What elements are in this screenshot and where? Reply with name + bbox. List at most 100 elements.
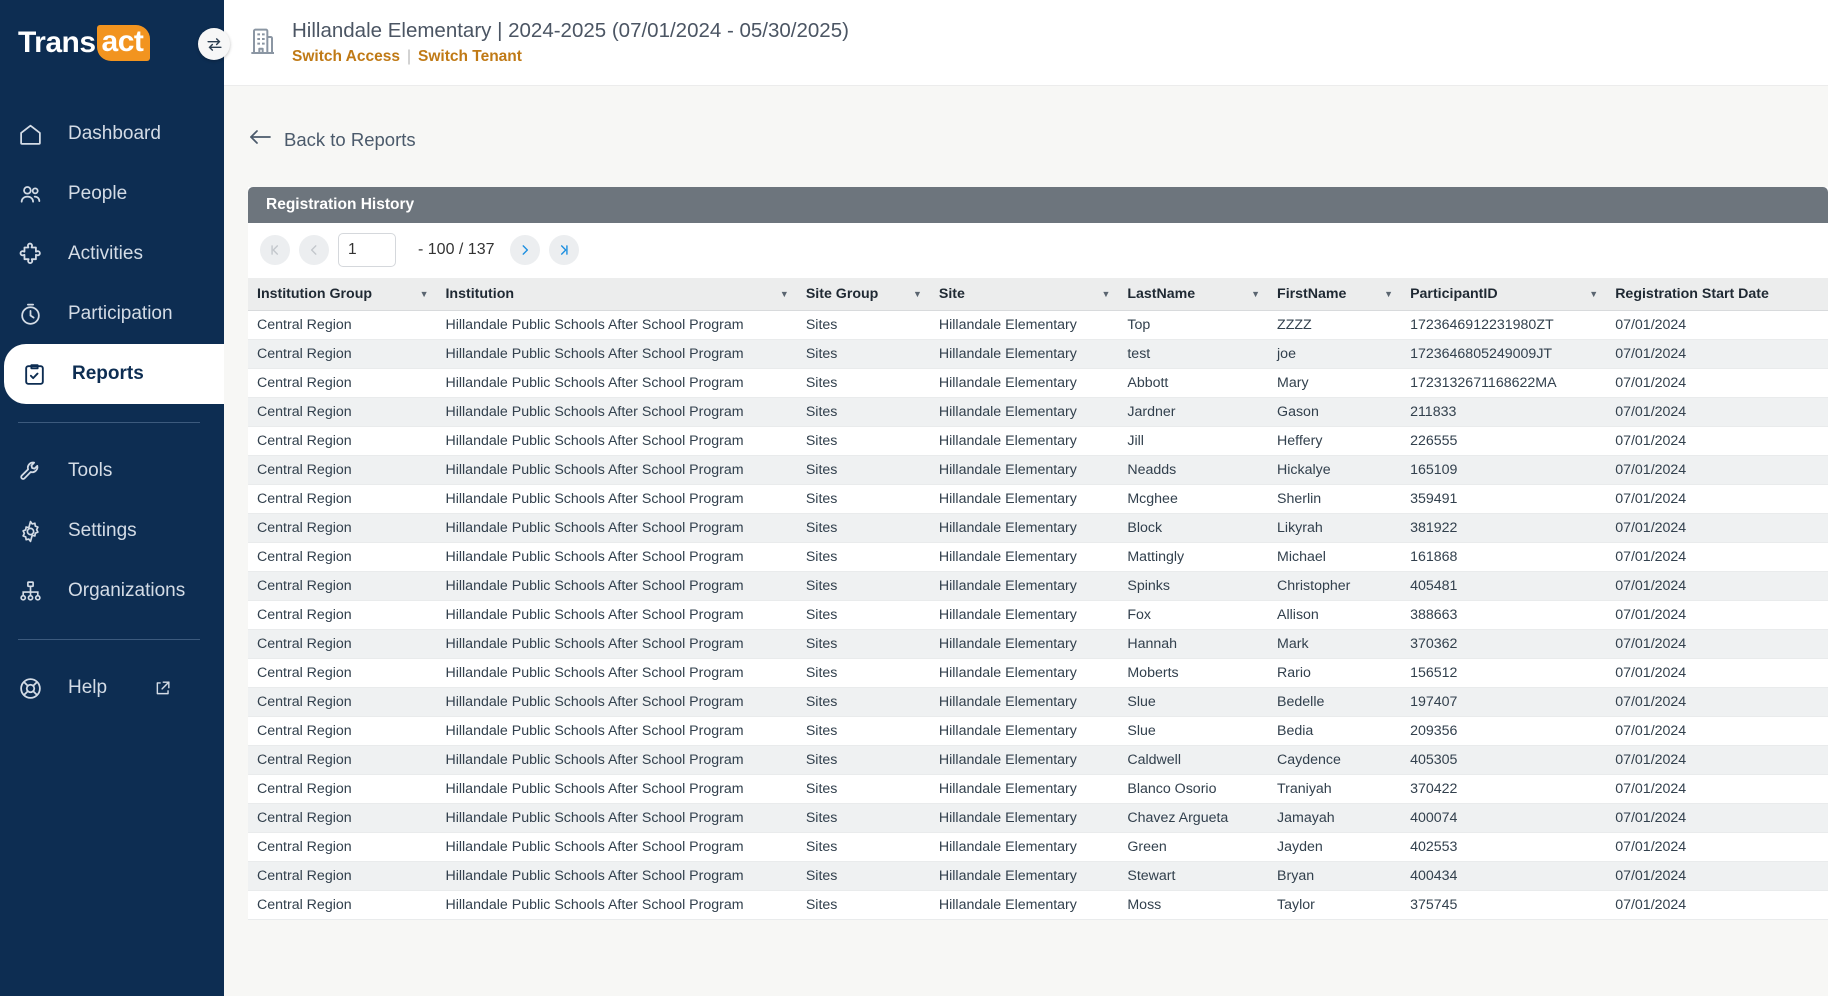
cell-institution: Hillandale Public Schools After School P… xyxy=(436,600,797,630)
table-row[interactable]: Central Region Hillandale Public Schools … xyxy=(248,484,1828,514)
table-row[interactable]: Central Region Hillandale Public Schools … xyxy=(248,890,1828,920)
cell-institution: Hillandale Public Schools After School P… xyxy=(436,310,797,340)
cell-site-group: Sites xyxy=(796,542,930,572)
cell-lastname: Mattingly xyxy=(1118,542,1269,572)
cell-site-group: Sites xyxy=(796,455,930,485)
prev-page-icon[interactable] xyxy=(299,235,329,265)
table-row[interactable]: Central Region Hillandale Public Schools … xyxy=(248,513,1828,543)
sidebar-item-label: Help xyxy=(68,677,108,698)
column-label: FirstName xyxy=(1277,286,1347,302)
cell-site: Hillandale Elementary xyxy=(929,832,1119,862)
cell-institution-group: Central Region xyxy=(248,339,437,369)
cell-site: Hillandale Elementary xyxy=(929,455,1119,485)
cell-lastname: Abbott xyxy=(1118,368,1269,398)
cell-institution-group: Central Region xyxy=(248,861,437,891)
cell-institution-group: Central Region xyxy=(248,484,437,514)
sidebar-item-settings[interactable]: Settings xyxy=(0,501,224,561)
page-number-input[interactable] xyxy=(338,233,396,267)
table-row[interactable]: Central Region Hillandale Public Schools … xyxy=(248,397,1828,427)
sidebar-item-label: Dashboard xyxy=(68,123,161,144)
chevron-down-icon[interactable]: ▼ xyxy=(1589,289,1598,299)
table-header-row: Institution Group ▼ Institution ▼ Site G… xyxy=(248,278,1828,311)
column-label: ParticipantID xyxy=(1410,286,1498,302)
cell-institution: Hillandale Public Schools After School P… xyxy=(436,658,797,688)
cell-firstname: Rario xyxy=(1268,658,1402,688)
sidebar-item-reports[interactable]: Reports xyxy=(4,322,224,426)
cell-institution-group: Central Region xyxy=(248,745,437,775)
external-link-icon[interactable] xyxy=(153,679,172,698)
table-row[interactable]: Central Region Hillandale Public Schools … xyxy=(248,687,1828,717)
column-header-institution[interactable]: Institution ▼ xyxy=(436,278,797,311)
table-row[interactable]: Central Region Hillandale Public Schools … xyxy=(248,600,1828,630)
sidebar-item-activities[interactable]: Activities xyxy=(0,224,224,284)
cell-registration-start-date: 07/01/2024 xyxy=(1606,368,1828,398)
sidebar-item-tools[interactable]: Tools xyxy=(0,441,224,501)
chevron-down-icon[interactable]: ▼ xyxy=(1384,289,1393,299)
chevron-down-icon[interactable]: ▼ xyxy=(1101,289,1110,299)
sidebar-collapse-toggle[interactable] xyxy=(198,28,230,60)
chevron-down-icon[interactable]: ▼ xyxy=(780,289,789,299)
column-header-firstname[interactable]: FirstName ▼ xyxy=(1268,278,1402,311)
column-header-institution-group[interactable]: Institution Group ▼ xyxy=(248,278,437,311)
cell-participantid: 381922 xyxy=(1401,513,1607,543)
table-row[interactable]: Central Region Hillandale Public Schools … xyxy=(248,745,1828,775)
chevron-down-icon[interactable]: ▼ xyxy=(1251,289,1260,299)
sidebar-item-participation[interactable]: Participation xyxy=(0,284,224,344)
chevron-down-icon[interactable]: ▼ xyxy=(913,289,922,299)
back-to-reports-link[interactable]: Back to Reports xyxy=(224,86,1828,151)
chevron-down-icon[interactable]: ▼ xyxy=(420,289,429,299)
switch-tenant-link[interactable]: Switch Tenant xyxy=(418,48,522,66)
sidebar-item-people[interactable]: People xyxy=(0,164,224,224)
table-row[interactable]: Central Region Hillandale Public Schools … xyxy=(248,629,1828,659)
first-page-icon[interactable] xyxy=(260,235,290,265)
cell-participantid: 1723646912231980ZT xyxy=(1401,310,1607,340)
cell-site: Hillandale Elementary xyxy=(929,716,1119,746)
table-row[interactable]: Central Region Hillandale Public Schools … xyxy=(248,426,1828,456)
column-header-participantid[interactable]: ParticipantID ▼ xyxy=(1401,278,1607,311)
cell-firstname: Gason xyxy=(1268,397,1402,427)
cell-participantid: 211833 xyxy=(1401,397,1607,427)
table-row[interactable]: Central Region Hillandale Public Schools … xyxy=(248,310,1828,340)
table-row[interactable]: Central Region Hillandale Public Schools … xyxy=(248,832,1828,862)
brand-logo[interactable]: Trans act xyxy=(0,0,224,86)
table-row[interactable]: Central Region Hillandale Public Schools … xyxy=(248,368,1828,398)
sidebar-item-organizations[interactable]: Organizations xyxy=(0,561,224,621)
cell-site-group: Sites xyxy=(796,339,930,369)
cell-institution: Hillandale Public Schools After School P… xyxy=(436,426,797,456)
table-row[interactable]: Central Region Hillandale Public Schools … xyxy=(248,803,1828,833)
cell-lastname: Mcghee xyxy=(1118,484,1269,514)
main-content: Hillandale Elementary | 2024-2025 (07/01… xyxy=(224,0,1828,996)
column-header-registration-start-date[interactable]: Registration Start Date ▼ xyxy=(1606,278,1828,311)
cell-site-group: Sites xyxy=(796,368,930,398)
cell-site-group: Sites xyxy=(796,861,930,891)
cell-firstname: Bedia xyxy=(1268,716,1402,746)
cell-institution: Hillandale Public Schools After School P… xyxy=(436,861,797,891)
cell-institution: Hillandale Public Schools After School P… xyxy=(436,803,797,833)
cell-site: Hillandale Elementary xyxy=(929,513,1119,543)
switch-access-link[interactable]: Switch Access xyxy=(292,48,400,66)
lifebuoy-icon xyxy=(18,673,54,703)
table-row[interactable]: Central Region Hillandale Public Schools … xyxy=(248,774,1828,804)
table-row[interactable]: Central Region Hillandale Public Schools … xyxy=(248,455,1828,485)
sidebar-item-help[interactable]: Help xyxy=(0,658,224,718)
cell-firstname: Mary xyxy=(1268,368,1402,398)
table-body: Central Region Hillandale Public Schools … xyxy=(248,310,1828,920)
table-row[interactable]: Central Region Hillandale Public Schools … xyxy=(248,658,1828,688)
last-page-icon[interactable] xyxy=(548,235,579,265)
table-row[interactable]: Central Region Hillandale Public Schools … xyxy=(248,861,1828,891)
table-row[interactable]: Central Region Hillandale Public Schools … xyxy=(248,339,1828,369)
table-row[interactable]: Central Region Hillandale Public Schools … xyxy=(248,716,1828,746)
cell-firstname: Jamayah xyxy=(1268,803,1402,833)
logo-text-prefix: Trans xyxy=(18,26,96,59)
column-header-lastname[interactable]: LastName ▼ xyxy=(1118,278,1269,311)
building-icon xyxy=(246,24,278,63)
table-row[interactable]: Central Region Hillandale Public Schools … xyxy=(248,542,1828,572)
sidebar-item-dashboard[interactable]: Dashboard xyxy=(0,104,224,164)
cell-registration-start-date: 07/01/2024 xyxy=(1606,397,1828,427)
cell-lastname: Blanco Osorio xyxy=(1118,774,1269,804)
cell-registration-start-date: 07/01/2024 xyxy=(1606,832,1828,862)
column-header-site[interactable]: Site ▼ xyxy=(929,278,1119,311)
next-page-icon[interactable] xyxy=(509,235,540,265)
column-header-site-group[interactable]: Site Group ▼ xyxy=(796,278,930,311)
table-row[interactable]: Central Region Hillandale Public Schools … xyxy=(248,571,1828,601)
